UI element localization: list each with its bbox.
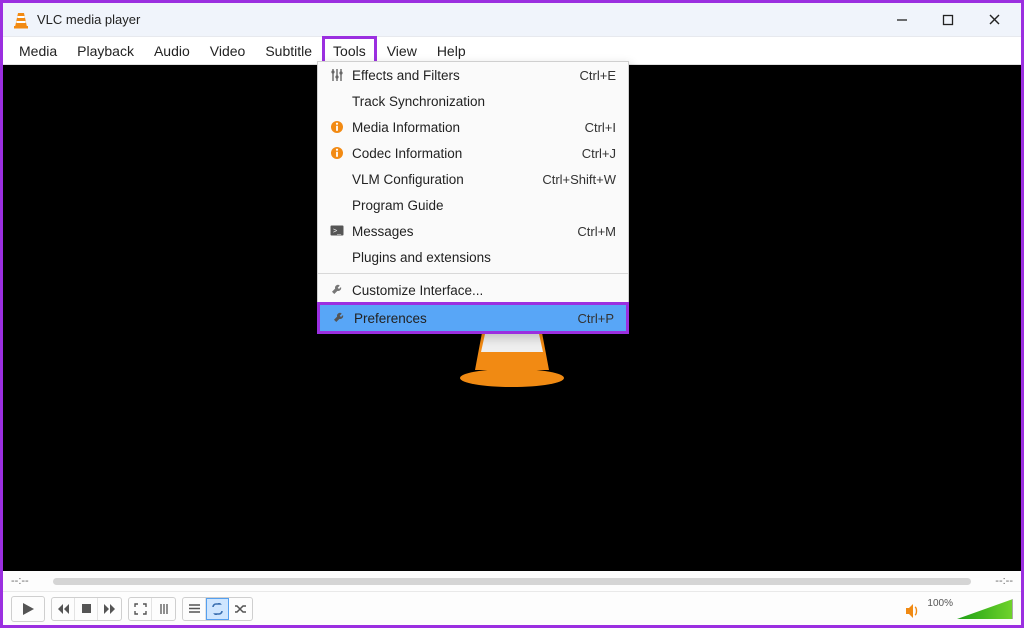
volume-slider[interactable] — [957, 599, 1013, 619]
controls-toolbar: 100% — [3, 591, 1021, 625]
tools-dropdown: Effects and Filters Ctrl+E Track Synchro… — [317, 61, 629, 334]
menuitem-plugins-and-extensions[interactable]: Plugins and extensions — [318, 244, 628, 270]
menuitem-shortcut: Ctrl+J — [582, 146, 616, 161]
volume-control: 100% — [905, 598, 1013, 619]
menuitem-shortcut: Ctrl+M — [577, 224, 616, 239]
wrench-icon — [326, 283, 348, 297]
menuitem-label: Preferences — [350, 311, 578, 326]
stop-button[interactable] — [75, 598, 98, 620]
menuitem-label: Plugins and extensions — [348, 250, 616, 265]
menu-subtitle[interactable]: Subtitle — [255, 37, 322, 64]
menuitem-customize-interface[interactable]: Customize Interface... — [318, 277, 628, 303]
terminal-icon: >_ — [326, 225, 348, 237]
menuitem-label: Track Synchronization — [348, 94, 616, 109]
menuitem-label: Codec Information — [348, 146, 582, 161]
menuitem-shortcut: Ctrl+I — [585, 120, 616, 135]
seek-row: --:-- --:-- — [3, 571, 1021, 591]
menuitem-media-information[interactable]: Media Information Ctrl+I — [318, 114, 628, 140]
menuitem-shortcut: Ctrl+E — [580, 68, 616, 83]
extended-settings-button[interactable] — [152, 598, 175, 620]
loop-button[interactable] — [206, 598, 229, 620]
menuitem-messages[interactable]: >_ Messages Ctrl+M — [318, 218, 628, 244]
time-remaining: --:-- — [981, 575, 1013, 587]
playlist-group — [182, 597, 253, 621]
menu-media[interactable]: Media — [9, 37, 67, 64]
titlebar-left: VLC media player — [13, 11, 140, 29]
menu-help[interactable]: Help — [427, 37, 476, 64]
window-controls — [879, 3, 1017, 37]
close-button[interactable] — [971, 3, 1017, 37]
time-elapsed: --:-- — [11, 575, 43, 587]
speaker-icon[interactable] — [905, 603, 923, 619]
playback-group — [51, 597, 122, 621]
vlc-cone-icon — [13, 11, 29, 29]
menuitem-effects-and-filters[interactable]: Effects and Filters Ctrl+E — [318, 62, 628, 88]
menuitem-codec-information[interactable]: Codec Information Ctrl+J — [318, 140, 628, 166]
svg-text:>_: >_ — [333, 228, 341, 235]
playlist-button[interactable] — [183, 598, 206, 620]
previous-button[interactable] — [52, 598, 75, 620]
menuitem-label: Program Guide — [348, 198, 616, 213]
menuitem-shortcut: Ctrl+P — [578, 311, 614, 326]
separator — [318, 273, 628, 274]
menuitem-preferences[interactable]: Preferences Ctrl+P — [317, 302, 629, 334]
menu-audio[interactable]: Audio — [144, 37, 200, 64]
menuitem-label: VLM Configuration — [348, 172, 542, 187]
menuitem-shortcut: Ctrl+Shift+W — [542, 172, 616, 187]
info-icon — [326, 146, 348, 160]
menu-view[interactable]: View — [377, 37, 427, 64]
menuitem-track-synchronization[interactable]: Track Synchronization — [318, 88, 628, 114]
app-window: VLC media player Media Playback Audio Vi… — [0, 0, 1024, 628]
minimize-button[interactable] — [879, 3, 925, 37]
maximize-button[interactable] — [925, 3, 971, 37]
fullscreen-button[interactable] — [129, 598, 152, 620]
menu-video[interactable]: Video — [200, 37, 256, 64]
wrench-icon — [328, 311, 350, 325]
info-icon — [326, 120, 348, 134]
menuitem-label: Media Information — [348, 120, 585, 135]
volume-percent: 100% — [927, 598, 953, 609]
next-button[interactable] — [98, 598, 121, 620]
menuitem-label: Customize Interface... — [348, 283, 616, 298]
seek-slider[interactable] — [53, 578, 971, 585]
view-group — [128, 597, 176, 621]
menuitem-program-guide[interactable]: Program Guide — [318, 192, 628, 218]
window-title: VLC media player — [37, 12, 140, 27]
menuitem-label: Messages — [348, 224, 577, 239]
menu-playback[interactable]: Playback — [67, 37, 144, 64]
play-button[interactable] — [11, 596, 45, 622]
menuitem-vlm-configuration[interactable]: VLM Configuration Ctrl+Shift+W — [318, 166, 628, 192]
titlebar: VLC media player — [3, 3, 1021, 37]
menuitem-label: Effects and Filters — [348, 68, 580, 83]
shuffle-button[interactable] — [229, 598, 252, 620]
sliders-icon — [326, 68, 348, 82]
